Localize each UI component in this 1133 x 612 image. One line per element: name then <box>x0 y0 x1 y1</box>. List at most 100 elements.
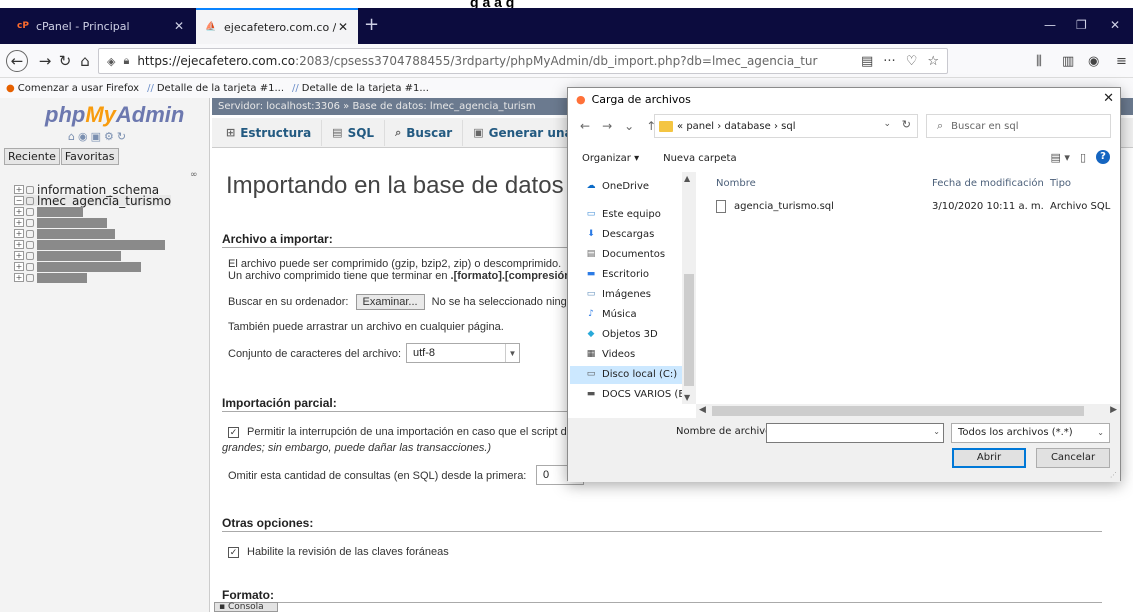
resize-grip-icon[interactable]: ⋰ <box>1110 471 1117 479</box>
path-bar[interactable]: « panel › database › sql ⌄ ↻ <box>654 114 918 138</box>
collapse-icon[interactable]: − <box>14 196 24 205</box>
scroll-right-icon[interactable]: ▶ <box>1110 405 1117 415</box>
expand-icon[interactable]: + <box>14 185 24 194</box>
breadcrumb-text[interactable]: Servidor: localhost:3306 » Base de datos… <box>218 101 536 112</box>
expand-icon[interactable]: + <box>14 240 24 249</box>
close-window-icon[interactable]: ✕ <box>1110 18 1120 32</box>
expand-icon[interactable]: + <box>14 262 24 271</box>
tab-favorites[interactable]: Favoritas <box>60 148 119 165</box>
chevron-down-icon[interactable]: ⌄ <box>933 427 940 436</box>
bookmark-item[interactable]: //Detalle de la tarjeta #1... <box>292 83 429 94</box>
tab-phpmyadmin[interactable]: ⛵ ejecafetero.com.co / localhost ✕ <box>196 8 358 44</box>
back-icon[interactable]: ← <box>580 119 590 133</box>
reload-button[interactable]: ↻ <box>54 50 76 72</box>
scroll-up-icon[interactable]: ▲ <box>684 174 690 183</box>
db-item-redacted[interactable]: + <box>14 239 171 250</box>
expand-icon[interactable]: + <box>14 218 24 227</box>
restore-icon[interactable]: ❐ <box>1076 18 1087 32</box>
close-tab-icon[interactable]: ✕ <box>336 20 350 34</box>
new-folder-button[interactable]: Nueva carpeta <box>663 153 736 164</box>
sidebar-icon[interactable]: ▥ <box>1062 54 1074 69</box>
home-icon[interactable]: ⌂ <box>68 130 75 143</box>
nav-item-videos[interactable]: ▦ Videos <box>584 348 636 360</box>
db-item-lmec-agencia-turismo[interactable]: − lmec_agencia_turismo <box>14 194 172 208</box>
forward-icon[interactable]: → <box>602 119 612 133</box>
column-date-modified[interactable]: Fecha de modificación <box>932 178 1044 189</box>
partial-import-checkbox[interactable]: ✓ <box>228 427 239 438</box>
expand-icon[interactable]: + <box>14 273 24 282</box>
tab-recent[interactable]: Reciente <box>4 148 60 165</box>
nav-item-3d-objects[interactable]: ◆ Objetos 3D <box>584 328 658 340</box>
scroll-thumb[interactable] <box>684 274 694 386</box>
nav-item-downloads[interactable]: ⬇ Descargas <box>584 228 654 240</box>
bookmark-item[interactable]: ● Comenzar a usar Firefox <box>6 83 139 94</box>
close-icon[interactable]: ✕ <box>1103 91 1114 106</box>
bookmark-star-icon[interactable]: ☆ <box>927 54 939 69</box>
scroll-thumb[interactable] <box>712 406 1084 416</box>
column-name[interactable]: Nombre <box>716 178 756 189</box>
search-input[interactable]: ⌕ Buscar en sql <box>926 114 1111 138</box>
filetype-select[interactable]: Todos los archivos (*.*) ⌄ <box>951 423 1110 443</box>
filename-input[interactable]: ⌄ <box>766 423 944 443</box>
minimize-icon[interactable]: — <box>1044 18 1056 32</box>
new-tab-button[interactable]: + <box>364 14 379 35</box>
path-segment[interactable]: sql <box>781 121 795 132</box>
menu-icon[interactable]: ≡ <box>1116 54 1127 69</box>
library-icon[interactable]: ⫼ <box>1036 54 1042 69</box>
tab-sql[interactable]: ▤ SQL <box>322 119 386 146</box>
link-icon[interactable]: ∞ <box>190 170 198 180</box>
path-segment[interactable]: panel <box>686 121 714 132</box>
url-bar[interactable]: ◈ 🔒︎ https://ejecafetero.com.co :2083/cp… <box>98 48 948 74</box>
charset-select[interactable]: utf-8 ▼ <box>406 343 520 363</box>
db-item-redacted[interactable]: + <box>14 261 171 272</box>
phpmyadmin-logo[interactable]: phpMyAdmin <box>45 102 184 128</box>
logout-icon[interactable]: ◉ <box>78 130 88 143</box>
docs-icon[interactable]: ▣ <box>91 130 101 143</box>
settings-icon[interactable]: ⚙ <box>104 130 114 143</box>
db-item-redacted[interactable]: + <box>14 228 171 239</box>
nav-item-onedrive[interactable]: ☁ OneDrive <box>584 180 650 192</box>
open-button[interactable]: Abrir <box>952 448 1026 468</box>
nav-item-local-disk[interactable]: ▭ Disco local (C:) <box>584 368 677 380</box>
nav-item-music[interactable]: ♪ Música <box>584 308 636 320</box>
foreign-key-checkbox[interactable]: ✓ <box>228 547 239 558</box>
chevron-down-icon[interactable]: ⌄ <box>883 119 891 129</box>
nav-item-this-pc[interactable]: ▭ Este equipo <box>584 208 661 220</box>
scroll-left-icon[interactable]: ◀ <box>699 405 706 415</box>
file-list-hscroll[interactable]: ◀ ▶ <box>696 404 1120 418</box>
reader-view-icon[interactable]: ▤ <box>861 54 873 69</box>
help-icon[interactable]: ? <box>1096 150 1110 164</box>
db-item-redacted[interactable]: + <box>14 272 171 283</box>
organize-button[interactable]: Organizar ▾ <box>582 153 639 164</box>
account-icon[interactable]: ◉ <box>1088 54 1099 69</box>
page-actions-icon[interactable]: ··· <box>883 54 895 69</box>
nav-scrollbar[interactable]: ▲ ▼ <box>682 172 696 404</box>
forward-button[interactable]: → <box>34 50 56 72</box>
path-segment[interactable]: database <box>724 121 770 132</box>
tab-structure[interactable]: ⊞ Estructura <box>216 119 323 146</box>
scroll-down-icon[interactable]: ▼ <box>684 393 690 402</box>
tab-search[interactable]: ⌕ Buscar <box>385 119 464 146</box>
browse-button[interactable]: Examinar... <box>355 294 425 310</box>
home-button[interactable]: ⌂ <box>74 50 96 72</box>
file-row[interactable]: agencia_turismo.sql 3/10/2020 10:11 a. m… <box>710 198 1120 216</box>
nav-item-documents[interactable]: ▤ Documentos <box>584 248 665 260</box>
reload-icon[interactable]: ↻ <box>117 130 126 143</box>
db-item-redacted[interactable]: + <box>14 217 171 228</box>
expand-icon[interactable]: + <box>14 251 24 260</box>
bookmark-item[interactable]: //Detalle de la tarjeta #1... <box>147 83 284 94</box>
pocket-icon[interactable]: ♡ <box>906 54 918 69</box>
refresh-icon[interactable]: ↻ <box>902 118 911 131</box>
nav-item-docs-varios[interactable]: ▬ DOCS VARIOS (E <box>584 388 685 400</box>
recent-locations-icon[interactable]: ⌄ <box>624 119 634 133</box>
preview-pane-icon[interactable]: ▯ <box>1080 151 1086 164</box>
expand-icon[interactable]: + <box>14 229 24 238</box>
nav-item-pictures[interactable]: ▭ Imágenes <box>584 288 651 300</box>
view-options-icon[interactable]: ▤ ▾ <box>1051 151 1070 164</box>
db-item-redacted[interactable]: + <box>14 250 171 261</box>
column-type[interactable]: Tipo <box>1050 178 1071 189</box>
console-tab[interactable]: ▪ Consola <box>214 602 278 612</box>
db-item-redacted[interactable]: + <box>14 206 171 217</box>
expand-icon[interactable]: + <box>14 207 24 216</box>
tab-cpanel[interactable]: cP cPanel - Principal ✕ <box>8 8 194 44</box>
